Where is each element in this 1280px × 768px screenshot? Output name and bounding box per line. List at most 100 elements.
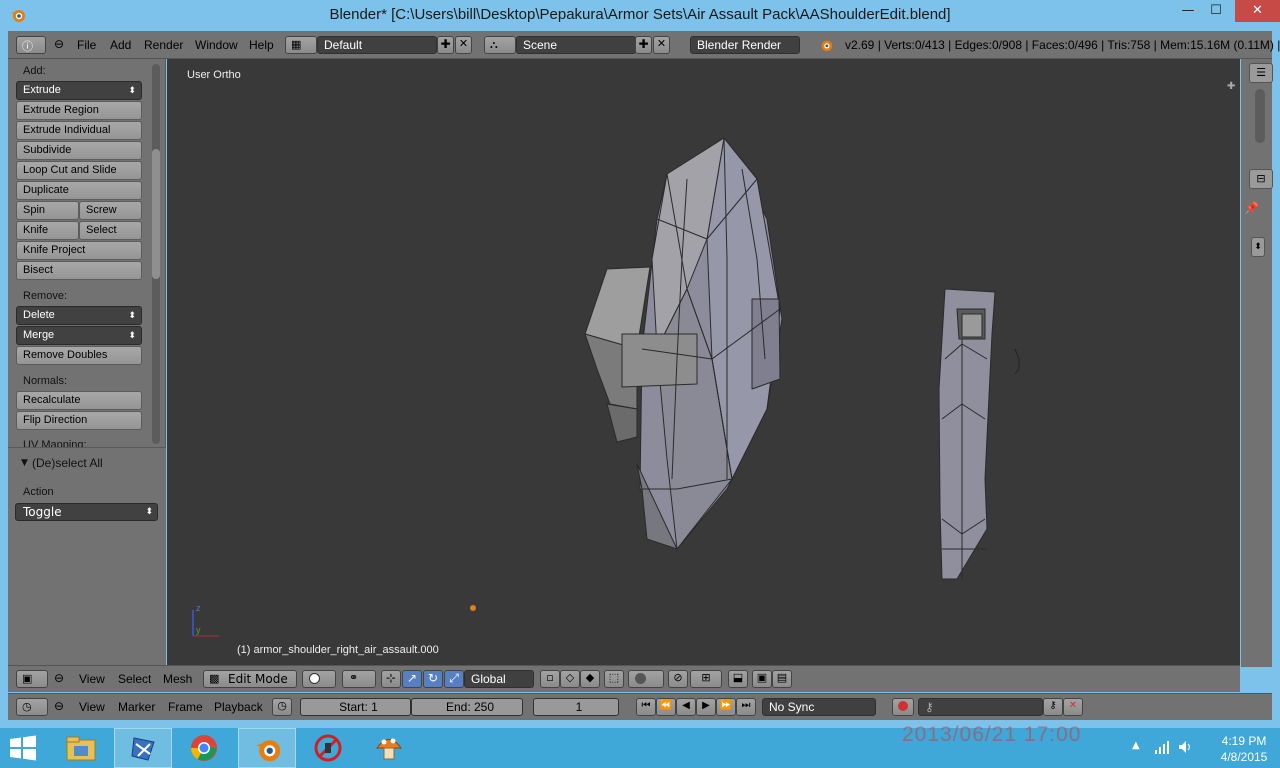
collapse-menus-icon[interactable]: ⊖ bbox=[54, 37, 64, 51]
pivot-point-select[interactable]: ⚭ bbox=[342, 670, 376, 688]
knife-select-button[interactable]: Select bbox=[79, 221, 142, 240]
render-animation-icon[interactable]: ▤ bbox=[772, 670, 792, 688]
play-icon[interactable]: ▶ bbox=[696, 698, 716, 716]
3d-viewport[interactable]: User Ortho ✚ z y (1) armor_shoulder_righ… bbox=[167, 59, 1240, 665]
extrude-menu[interactable]: Extrude ⬍ bbox=[16, 81, 142, 100]
end-frame-field[interactable]: End: 250 bbox=[411, 698, 523, 716]
properties-button[interactable]: ⊟ bbox=[1249, 169, 1273, 189]
rotate-manipulator-icon[interactable]: ↻ bbox=[423, 670, 443, 688]
remove-scene-icon[interactable]: ✕ bbox=[653, 36, 670, 54]
network-icon[interactable] bbox=[1154, 740, 1170, 754]
knife-project-button[interactable]: Knife Project bbox=[16, 241, 142, 260]
jump-start-icon[interactable]: ⏮ bbox=[636, 698, 656, 716]
render-camera-icon[interactable]: ▣ bbox=[752, 670, 772, 688]
outliner-scrollbar[interactable] bbox=[1255, 89, 1265, 143]
snap-toggle-icon[interactable]: ⊘ bbox=[668, 670, 688, 688]
menu-add[interactable]: Add bbox=[110, 38, 131, 52]
limit-selection-icon[interactable]: ⬚ bbox=[604, 670, 624, 688]
menu-view[interactable]: View bbox=[79, 672, 105, 686]
editor-type-button[interactable]: ◷ bbox=[16, 698, 48, 716]
knife-button[interactable]: Knife bbox=[16, 221, 79, 240]
vertex-select-icon[interactable]: ▫ bbox=[540, 670, 560, 688]
minimize-button[interactable]: — bbox=[1174, 0, 1202, 22]
jump-end-icon[interactable]: ⏭ bbox=[736, 698, 756, 716]
toolshelf-scroll-thumb[interactable] bbox=[152, 149, 160, 279]
snap-element-select[interactable]: ⊞ bbox=[690, 670, 722, 688]
start-frame-field[interactable]: Start: 1 bbox=[300, 698, 411, 716]
taskbar-blocked-app[interactable] bbox=[300, 728, 358, 768]
viewport-shading-select[interactable] bbox=[302, 670, 336, 688]
render-engine-select[interactable]: Blender Render bbox=[690, 36, 800, 54]
face-select-icon[interactable]: ◆ bbox=[580, 670, 600, 688]
remove-doubles-button[interactable]: Remove Doubles bbox=[16, 346, 142, 365]
occlude-geometry-icon[interactable]: ⬓ bbox=[728, 670, 748, 688]
screen-layout-button[interactable]: ▦ bbox=[285, 36, 317, 54]
recalculate-button[interactable]: Recalculate bbox=[16, 391, 142, 410]
duplicate-button[interactable]: Duplicate bbox=[16, 181, 142, 200]
next-keyframe-icon[interactable]: ⏩ bbox=[716, 698, 736, 716]
delete-menu[interactable]: Delete ⬍ bbox=[16, 306, 142, 325]
current-frame-field[interactable]: 1 bbox=[533, 698, 619, 716]
editor-type-button[interactable]: ▣ bbox=[16, 670, 48, 688]
menu-window[interactable]: Window bbox=[195, 38, 238, 52]
manipulator-toggle-icon[interactable]: ⊹ bbox=[381, 670, 401, 688]
maximize-button[interactable]: ☐ bbox=[1202, 0, 1230, 22]
extrude-region-button[interactable]: Extrude Region bbox=[16, 101, 142, 120]
menu-marker[interactable]: Marker bbox=[118, 700, 155, 714]
menu-help[interactable]: Help bbox=[249, 38, 274, 52]
subdivide-button[interactable]: Subdivide bbox=[16, 141, 142, 160]
sync-mode-select[interactable]: No Sync bbox=[762, 698, 876, 716]
loop-cut-button[interactable]: Loop Cut and Slide bbox=[16, 161, 142, 180]
taskbar-tool-app[interactable] bbox=[114, 728, 172, 768]
menu-file[interactable]: File bbox=[77, 38, 96, 52]
flip-direction-button[interactable]: Flip Direction bbox=[16, 411, 142, 430]
delete-keyframe-icon[interactable]: ✕ bbox=[1063, 698, 1083, 716]
menu-select[interactable]: Select bbox=[118, 672, 151, 686]
show-hidden-icons[interactable]: ▲ bbox=[1132, 740, 1140, 751]
collapse-triangle-icon[interactable]: ▼ bbox=[21, 458, 28, 468]
collapse-menus-icon[interactable]: ⊖ bbox=[54, 699, 64, 713]
mode-select[interactable]: ▩ Edit Mode bbox=[203, 670, 297, 688]
scene-field[interactable]: Scene bbox=[516, 36, 636, 54]
add-scene-icon[interactable]: ✚ bbox=[635, 36, 652, 54]
edge-select-icon[interactable]: ◇ bbox=[560, 670, 580, 688]
screen-layout-field[interactable]: Default bbox=[317, 36, 437, 54]
add-layout-icon[interactable]: ✚ bbox=[437, 36, 454, 54]
action-select[interactable]: Toggle ⬍ bbox=[15, 503, 158, 521]
scene-button[interactable]: ⛬ bbox=[484, 36, 516, 54]
translate-manipulator-icon[interactable]: ↗ bbox=[402, 670, 422, 688]
preview-range-icon[interactable]: ◷ bbox=[272, 698, 292, 716]
taskbar-chrome[interactable] bbox=[176, 728, 234, 768]
menu-render[interactable]: Render bbox=[144, 38, 183, 52]
taskbar-explorer[interactable] bbox=[52, 728, 110, 768]
properties-tab-button[interactable]: ⬍ bbox=[1251, 237, 1265, 257]
taskbar-blender[interactable] bbox=[238, 728, 296, 768]
pin-icon[interactable]: 📌 bbox=[1244, 201, 1259, 215]
play-reverse-icon[interactable]: ◀ bbox=[676, 698, 696, 716]
close-button[interactable]: ✕ bbox=[1235, 0, 1280, 22]
collapse-menus-icon[interactable]: ⊖ bbox=[54, 671, 64, 685]
proportional-edit-select[interactable] bbox=[628, 670, 664, 688]
scale-manipulator-icon[interactable]: ⤢ bbox=[444, 670, 464, 688]
insert-keyframe-icon[interactable]: ⚷ bbox=[1043, 698, 1063, 716]
shoulder-armor-mesh-side[interactable] bbox=[167, 59, 1240, 665]
menu-view[interactable]: View bbox=[79, 700, 105, 714]
remove-layout-icon[interactable]: ✕ bbox=[455, 36, 472, 54]
menu-frame[interactable]: Frame bbox=[168, 700, 203, 714]
merge-menu[interactable]: Merge ⬍ bbox=[16, 326, 142, 345]
system-clock[interactable]: 4:19 PM 4/8/2015 bbox=[1208, 733, 1280, 765]
speaker-icon[interactable] bbox=[1178, 740, 1194, 754]
taskbar-mushroom-app[interactable] bbox=[360, 728, 418, 768]
spin-button[interactable]: Spin bbox=[16, 201, 79, 220]
transform-orientation-select[interactable]: Global bbox=[464, 670, 534, 688]
menu-playback[interactable]: Playback bbox=[214, 700, 263, 714]
extrude-individual-button[interactable]: Extrude Individual bbox=[16, 121, 142, 140]
start-button[interactable] bbox=[8, 735, 38, 761]
prev-keyframe-icon[interactable]: ⏪ bbox=[656, 698, 676, 716]
bisect-button[interactable]: Bisect bbox=[16, 261, 142, 280]
screw-button[interactable]: Screw bbox=[79, 201, 142, 220]
menu-mesh[interactable]: Mesh bbox=[163, 672, 192, 686]
keying-set-field[interactable]: ⚷ bbox=[918, 698, 1043, 716]
outliner-button[interactable]: ☰ bbox=[1249, 63, 1273, 83]
editor-type-button[interactable]: ⓘ bbox=[16, 36, 46, 54]
